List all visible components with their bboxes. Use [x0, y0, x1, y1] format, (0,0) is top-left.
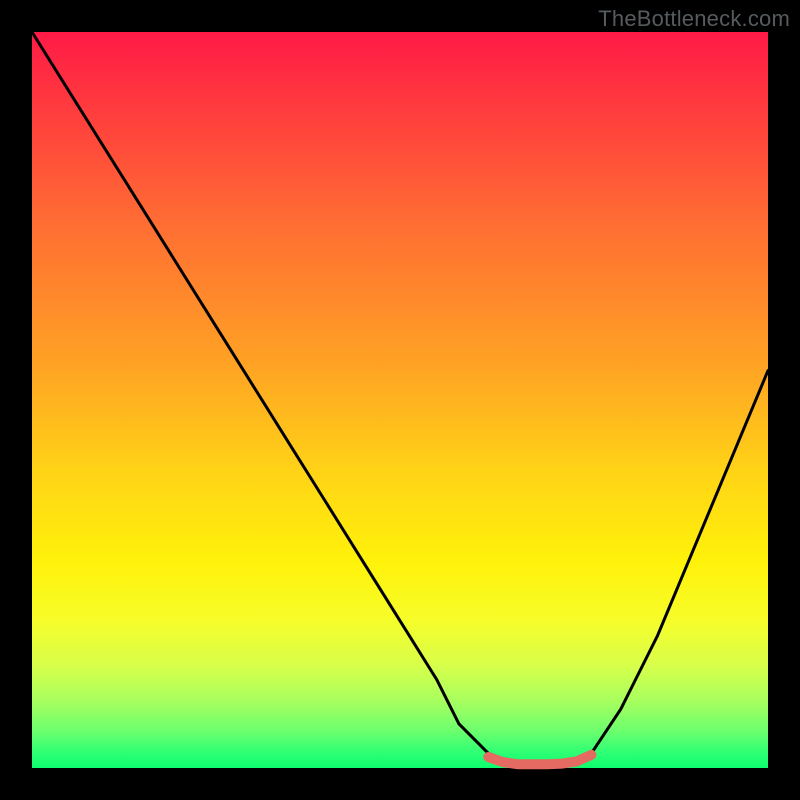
bottleneck-curve [32, 32, 768, 764]
plot-area [32, 32, 768, 768]
chart-frame: TheBottleneck.com [0, 0, 800, 800]
watermark-text: TheBottleneck.com [598, 6, 790, 32]
optimal-zone-marker [488, 755, 591, 765]
curve-layer [32, 32, 768, 768]
